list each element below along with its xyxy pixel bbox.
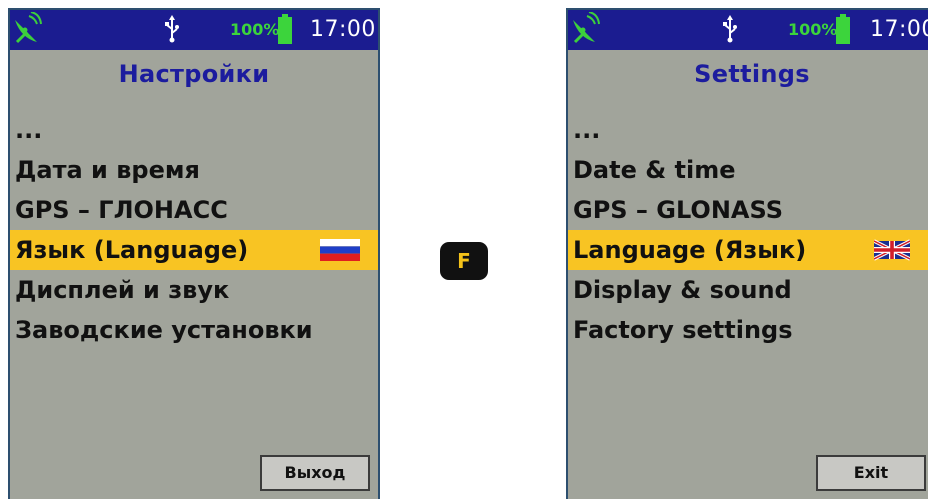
menu-item-date-time[interactable]: Date & time <box>568 150 928 190</box>
battery-icon <box>836 14 850 44</box>
battery-icon <box>278 14 292 44</box>
menu-item-language-label: Language (Язык) <box>573 236 807 264</box>
battery-percent: 100% <box>230 20 280 39</box>
settings-screen-russian: 100% 17:00 Настройки ... Дата и время GP… <box>8 8 380 499</box>
exit-button[interactable]: Выход <box>260 455 370 491</box>
menu-item-gps-glonass[interactable]: GPS – GLONASS <box>568 190 928 230</box>
status-bar: 100% 17:00 <box>568 10 928 50</box>
clock: 17:00 <box>870 17 928 42</box>
usb-icon <box>165 15 179 43</box>
page-title: Settings <box>694 60 810 88</box>
satellite-antenna-icon <box>573 12 600 44</box>
menu-item-gps-glonass[interactable]: GPS – ГЛОНАСС <box>10 190 378 230</box>
clock: 17:00 <box>310 17 376 42</box>
menu-item-language[interactable]: Язык (Language) <box>10 230 378 270</box>
menu-item-date-time[interactable]: Дата и время <box>10 150 378 190</box>
menu-item-language-label: Язык (Language) <box>15 236 249 264</box>
menu-item-display-sound[interactable]: Дисплей и звук <box>10 270 378 310</box>
russia-flag-icon <box>320 239 360 261</box>
page-title: Настройки <box>118 60 270 88</box>
usb-icon <box>723 15 737 43</box>
status-bar: 100% 17:00 <box>10 10 378 50</box>
menu-item-back[interactable]: ... <box>10 110 378 150</box>
uk-flag-icon <box>874 239 910 261</box>
menu-item-language[interactable]: Language (Язык) <box>568 230 928 270</box>
menu-item-factory-settings[interactable]: Factory settings <box>568 310 928 350</box>
menu-item-factory-settings[interactable]: Заводские установки <box>10 310 378 350</box>
stage: 100% 17:00 Настройки ... Дата и время GP… <box>0 0 928 499</box>
f-key-icon: F <box>440 242 488 280</box>
menu-item-display-sound[interactable]: Display & sound <box>568 270 928 310</box>
menu-item-back[interactable]: ... <box>568 110 928 150</box>
exit-button[interactable]: Exit <box>816 455 926 491</box>
satellite-antenna-icon <box>15 12 42 44</box>
settings-screen-english: 100% 17:00 Settings ... Date & time GPS … <box>566 8 928 499</box>
battery-percent: 100% <box>788 20 838 39</box>
